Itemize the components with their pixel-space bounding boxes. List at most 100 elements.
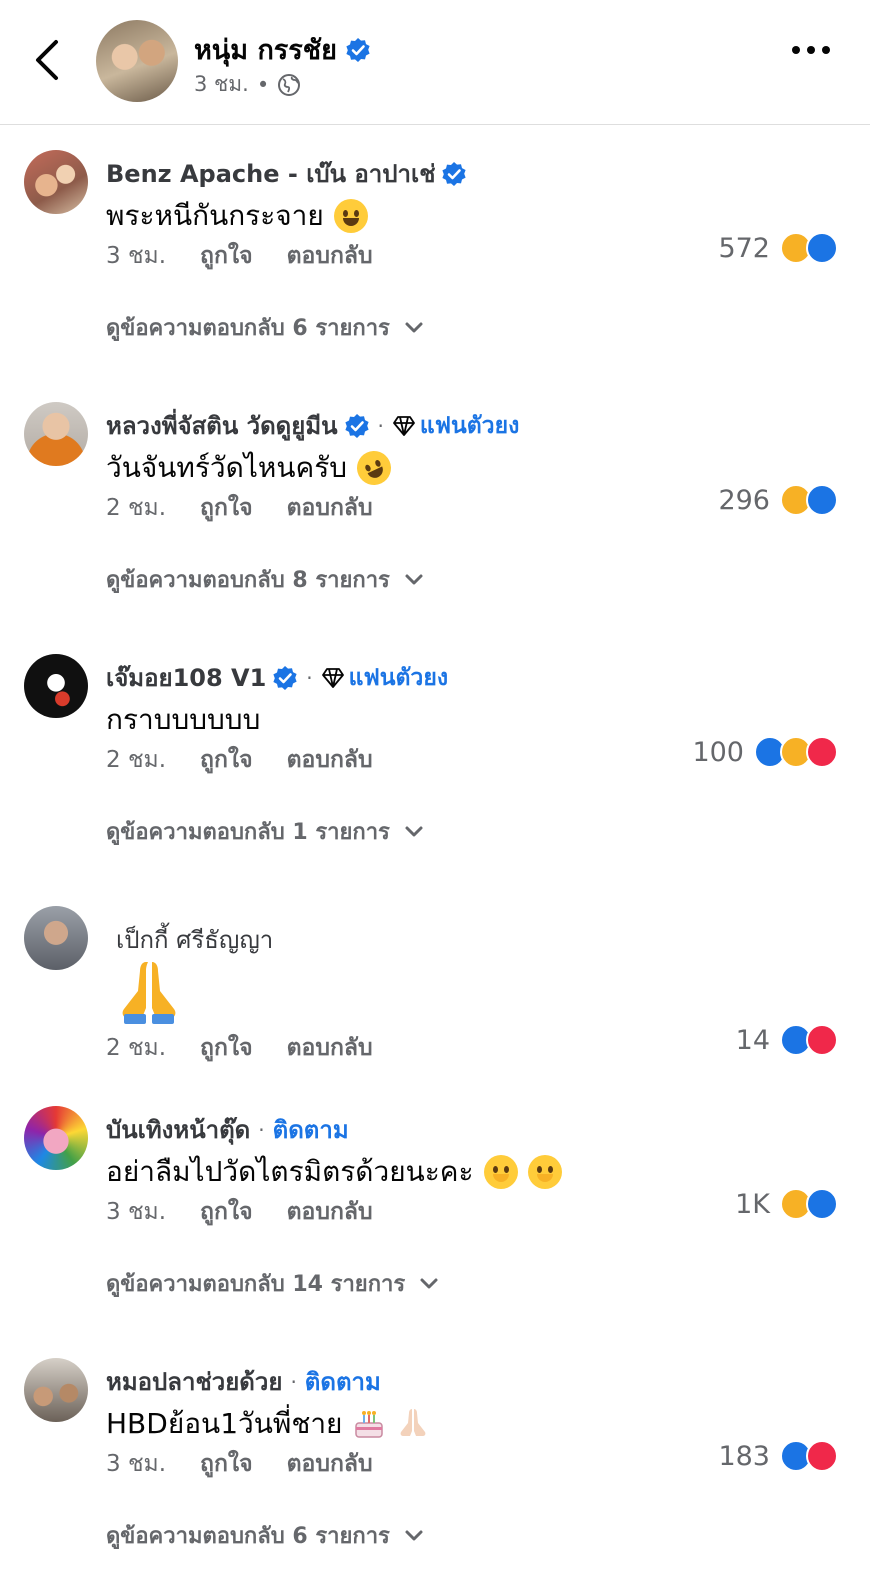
commenter-avatar[interactable] xyxy=(24,1106,88,1170)
fan-badge-label: แฟนตัวยง xyxy=(348,664,449,691)
fan-badge-label: แฟนตัวยง xyxy=(419,412,520,439)
hand-over-mouth-emoji-icon xyxy=(527,1155,562,1189)
verified-badge-icon xyxy=(273,665,297,690)
like-icon xyxy=(806,1188,838,1220)
rolling-laughing-emoji-icon xyxy=(351,445,397,491)
hand-over-mouth-emoji-icon xyxy=(483,1155,518,1189)
comment-actions: 3 ชม. ถูกใจ ตอบกลับ xyxy=(106,1446,373,1482)
view-replies-text[interactable]: ดูข้อความตอบกลับ 6 รายการ xyxy=(106,1518,390,1553)
love-icon xyxy=(806,736,838,768)
like-icon xyxy=(806,484,838,516)
comment-time: 2 ชม. xyxy=(106,495,167,521)
commenter-name[interactable]: บันเทิงหน้าตุ๊ด · ติดตาม xyxy=(106,1110,349,1149)
view-replies-link[interactable]: ดูข้อความตอบกลับ 1 รายการ xyxy=(106,814,424,849)
commenter-name-text[interactable]: เจ๊มอย108 V1 xyxy=(106,658,266,697)
reply-button[interactable]: ตอบกลับ xyxy=(287,238,373,274)
reply-button[interactable]: ตอบกลับ xyxy=(287,1030,373,1066)
chevron-down-icon xyxy=(405,574,423,584)
name-separator: · xyxy=(306,665,313,690)
commenter-avatar[interactable] xyxy=(24,906,88,970)
globe-icon xyxy=(278,73,301,96)
reply-button[interactable]: ตอบกลับ xyxy=(287,490,373,526)
chevron-down-icon xyxy=(405,1530,423,1540)
commenter-name-text[interactable]: หมอปลาช่วยด้วย xyxy=(106,1362,282,1401)
commenter-name-text[interactable]: บันเทิงหน้าตุ๊ด xyxy=(106,1110,250,1149)
comment-text: อย่าลืมไปวัดไตรมิตรด้วยนะคะ xyxy=(106,1150,562,1194)
verified-badge-icon xyxy=(442,161,467,186)
post-header: หนุ่ม กรรชัย 3 ชม. • xyxy=(0,0,870,125)
commenter-name[interactable]: เป็กกี้ ศรีธัญญา xyxy=(116,920,273,959)
like-button[interactable]: ถูกใจ xyxy=(200,742,253,778)
view-replies-text[interactable]: ดูข้อความตอบกลับ 8 รายการ xyxy=(106,562,390,597)
name-separator: · xyxy=(258,1117,265,1142)
follow-button[interactable]: ติดตาม xyxy=(273,1110,349,1149)
commenter-avatar[interactable] xyxy=(24,654,88,718)
like-button[interactable]: ถูกใจ xyxy=(200,1194,253,1230)
comment-actions: 3 ชม. ถูกใจ ตอบกลับ xyxy=(106,238,373,274)
like-button[interactable]: ถูกใจ xyxy=(200,1446,253,1482)
chevron-down-icon xyxy=(405,826,423,836)
view-replies-link[interactable]: ดูข้อความตอบกลับ 8 รายการ xyxy=(106,562,424,597)
comment-text-content: อย่าลืมไปวัดไตรมิตรด้วยนะคะ xyxy=(106,1155,474,1188)
commenter-name[interactable]: เจ๊มอย108 V1 · แฟนตัวยง xyxy=(106,658,448,697)
chevron-down-icon xyxy=(405,322,423,332)
reaction-count: 1K xyxy=(735,1188,770,1220)
reaction-summary[interactable]: 183 xyxy=(718,1440,838,1472)
like-icon xyxy=(806,232,838,264)
like-button[interactable]: ถูกใจ xyxy=(200,1030,253,1066)
commenter-avatar[interactable] xyxy=(24,150,88,214)
like-button[interactable]: ถูกใจ xyxy=(200,490,253,526)
commenter-avatar[interactable] xyxy=(24,1358,88,1422)
view-replies-text[interactable]: ดูข้อความตอบกลับ 14 รายการ xyxy=(106,1266,405,1301)
reaction-summary[interactable]: 296 xyxy=(718,484,838,516)
comment-time: 2 ชม. xyxy=(106,747,167,773)
reaction-summary[interactable]: 14 xyxy=(736,1024,838,1056)
fan-badge[interactable]: แฟนตัวยง xyxy=(392,408,519,444)
view-replies-text[interactable]: ดูข้อความตอบกลับ 6 รายการ xyxy=(106,310,390,345)
commenter-name-text[interactable]: หลวงพี่จัสติน วัดดูยูมีน xyxy=(106,406,338,445)
commenter-avatar[interactable] xyxy=(24,402,88,466)
reaction-count: 183 xyxy=(718,1440,770,1472)
comment-text: HBDย้อน1วันพี่ชาย xyxy=(106,1402,430,1446)
view-replies-link[interactable]: ดูข้อความตอบกลับ 14 รายการ xyxy=(106,1266,439,1301)
commenter-name-text[interactable]: เป็กกี้ ศรีธัญญา xyxy=(116,920,273,959)
reaction-count: 14 xyxy=(735,1024,770,1056)
comment-text-content: พระหนีกันกระจาย xyxy=(106,199,324,232)
comment-actions: 2 ชม. ถูกใจ ตอบกลับ xyxy=(106,490,373,526)
reaction-count: 100 xyxy=(692,736,744,768)
commenter-name-text[interactable]: Benz Apache - เบ๊น อาปาเช่ xyxy=(106,154,435,193)
reaction-summary[interactable]: 572 xyxy=(718,232,838,264)
reaction-count: 296 xyxy=(718,484,770,516)
commenter-name[interactable]: Benz Apache - เบ๊น อาปาเช่ xyxy=(106,154,467,193)
reaction-summary[interactable]: 100 xyxy=(692,736,838,768)
like-button[interactable]: ถูกใจ xyxy=(200,238,253,274)
sweat-smile-emoji-icon xyxy=(333,199,368,233)
diamond-icon xyxy=(393,415,415,436)
post-author[interactable]: หนุ่ม กรรชัย xyxy=(194,28,371,71)
post-author-avatar[interactable] xyxy=(96,20,178,102)
love-icon xyxy=(806,1024,838,1056)
view-replies-link[interactable]: ดูข้อความตอบกลับ 6 รายการ xyxy=(106,310,424,345)
chevron-down-icon xyxy=(420,1278,438,1288)
more-options-icon[interactable] xyxy=(792,46,830,54)
fan-badge[interactable]: แฟนตัวยง xyxy=(321,660,448,696)
post-author-name[interactable]: หนุ่ม กรรชัย xyxy=(194,28,337,71)
reply-button[interactable]: ตอบกลับ xyxy=(287,1446,373,1482)
name-separator: · xyxy=(290,1369,297,1394)
reply-button[interactable]: ตอบกลับ xyxy=(287,1194,373,1230)
commenter-name[interactable]: หมอปลาช่วยด้วย · ติดตาม xyxy=(106,1362,381,1401)
name-separator: · xyxy=(377,413,384,438)
comment-time: 3 ชม. xyxy=(106,1199,167,1225)
reaction-count: 572 xyxy=(718,232,770,264)
verified-badge-icon xyxy=(346,37,370,62)
view-replies-link[interactable]: ดูข้อความตอบกลับ 6 รายการ xyxy=(106,1518,424,1553)
comment-text: วันจันทร์วัดไหนครับ xyxy=(106,445,397,491)
follow-button[interactable]: ติดตาม xyxy=(305,1362,381,1401)
reaction-summary[interactable]: 1K xyxy=(735,1188,838,1220)
reply-button[interactable]: ตอบกลับ xyxy=(287,742,373,778)
back-icon[interactable] xyxy=(30,38,66,82)
commenter-name[interactable]: หลวงพี่จัสติน วัดดูยูมีน · แฟนตัวยง xyxy=(106,406,519,445)
post-time[interactable]: 3 ชม. xyxy=(194,68,249,101)
view-replies-text[interactable]: ดูข้อความตอบกลับ 1 รายการ xyxy=(106,814,390,849)
meta-separator: • xyxy=(256,72,270,97)
